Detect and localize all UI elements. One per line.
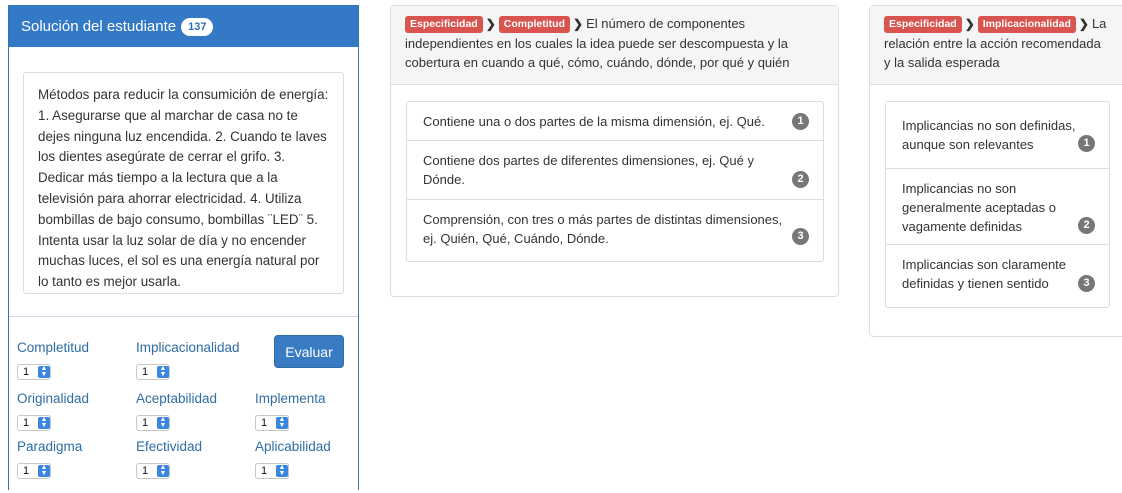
select-stepper-icon: ▲ ▼	[275, 464, 288, 477]
rating-paradigma: Paradigma 1 ▲ ▼	[17, 439, 82, 479]
level-number-badge: 1	[1078, 135, 1095, 152]
level-text: Contiene una o dos partes de la misma di…	[423, 114, 765, 129]
select-stepper-icon: ▲ ▼	[37, 365, 50, 378]
select-stepper-icon: ▲ ▼	[156, 416, 169, 429]
rating-originalidad: Originalidad 1 ▲ ▼	[17, 391, 89, 431]
select-stepper-icon: ▲ ▼	[37, 416, 50, 429]
answer-body: Métodos para reducir la consumición de e…	[9, 47, 358, 317]
select-originalidad[interactable]: 1 ▲ ▼	[17, 415, 51, 431]
rating-label-aplicabilidad: Aplicabilidad	[255, 439, 331, 454]
level-text: Implicancias no son definidas, aunque so…	[902, 118, 1076, 152]
level-text: Implicancias son claramente definidas y …	[902, 257, 1067, 291]
select-value: 1	[261, 465, 268, 477]
select-value: 1	[142, 417, 149, 429]
student-answer-text: Métodos para reducir la consumición de e…	[23, 72, 344, 294]
rating-label-implicacionalidad: Implicacionalidad	[136, 340, 240, 355]
level-list: Contiene una o dos partes de la misma di…	[406, 101, 824, 262]
select-implicacionalidad[interactable]: 1 ▲ ▼	[136, 364, 170, 380]
select-value: 1	[23, 465, 30, 477]
select-value: 1	[142, 465, 149, 477]
chevron-right-icon: ❯	[573, 17, 584, 31]
select-aceptabilidad[interactable]: 1 ▲ ▼	[136, 415, 170, 431]
rating-label-implementa: Implementa	[255, 391, 326, 406]
level-item: Implicancias son claramente definidas y …	[886, 245, 1109, 307]
student-solution-panel: Solución del estudiante 137 Métodos para…	[8, 5, 359, 490]
level-text: Contiene dos partes de diferentes dimens…	[423, 153, 754, 187]
select-paradigma[interactable]: 1 ▲ ▼	[17, 463, 51, 479]
student-solution-title: Solución del estudiante	[21, 18, 177, 35]
rating-form: Completitud 1 ▲ ▼ Implicacionalidad 1 ▲ ▼ …	[9, 318, 358, 493]
select-value: 1	[261, 417, 268, 429]
rating-implicacionalidad: Implicacionalidad 1 ▲ ▼	[136, 340, 240, 380]
tag-especificidad[interactable]: Especificidad	[884, 16, 962, 33]
evaluate-button[interactable]: Evaluar	[274, 335, 344, 368]
level-item: Implicancias no son definidas, aunque so…	[886, 102, 1109, 169]
level-number-badge: 2	[1078, 217, 1095, 234]
criterion-heading: Especificidad ❯ Completitud ❯ El número de c…	[391, 6, 838, 85]
select-stepper-icon: ▲ ▼	[156, 365, 169, 378]
rating-label-completitud: Completitud	[17, 340, 90, 355]
level-number-badge: 3	[792, 228, 809, 245]
rating-label-efectividad: Efectividad	[136, 439, 203, 454]
rating-efectividad: Efectividad 1 ▲ ▼	[136, 439, 202, 479]
select-value: 1	[23, 366, 30, 378]
tag-especificidad[interactable]: Especificidad	[405, 16, 483, 33]
level-list: Implicancias no son definidas, aunque so…	[885, 101, 1110, 308]
select-value: 1	[23, 417, 30, 429]
select-stepper-icon: ▲ ▼	[37, 464, 50, 477]
chevron-right-icon: ❯	[1078, 17, 1089, 31]
rating-aceptabilidad: Aceptabilidad 1 ▲ ▼	[136, 391, 217, 431]
select-aplicabilidad[interactable]: 1 ▲ ▼	[255, 463, 289, 479]
level-number-badge: 2	[792, 171, 809, 188]
level-text: Comprensión, con tres o más partes de di…	[423, 212, 783, 246]
level-item: Contiene dos partes de diferentes dimens…	[407, 141, 823, 200]
level-item: Contiene una o dos partes de la misma di…	[407, 102, 823, 141]
level-number-badge: 3	[1078, 275, 1095, 292]
select-implementa[interactable]: 1 ▲ ▼	[255, 415, 289, 431]
rating-aplicabilidad: Aplicabilidad 1 ▲ ▼	[255, 439, 331, 479]
rating-label-aceptabilidad: Aceptabilidad	[136, 391, 218, 406]
select-stepper-icon: ▲ ▼	[156, 464, 169, 477]
rating-completitud: Completitud 1 ▲ ▼	[17, 340, 89, 380]
level-item: Implicancias no son generalmente aceptad…	[886, 169, 1109, 245]
chevron-right-icon: ❯	[964, 17, 975, 31]
level-number-badge: 1	[792, 113, 809, 130]
rating-implementa: Implementa 1 ▲ ▼	[255, 391, 326, 431]
rating-label-originalidad: Originalidad	[17, 391, 90, 406]
tag-completitud[interactable]: Completitud	[498, 16, 571, 33]
tag-implicacionalidad[interactable]: Implicacionalidad	[977, 16, 1076, 33]
criterion-panel-implicacionalidad: Especificidad ❯ Implicacionalidad ❯ La relac…	[869, 5, 1122, 337]
chevron-right-icon: ❯	[485, 17, 496, 31]
rating-label-paradigma: Paradigma	[17, 439, 83, 454]
criterion-panel-completitud: Especificidad ❯ Completitud ❯ El número de c…	[390, 5, 839, 297]
select-stepper-icon: ▲ ▼	[275, 416, 288, 429]
select-completitud[interactable]: 1 ▲ ▼	[17, 364, 51, 380]
solution-count-badge: 137	[181, 17, 214, 36]
level-item: Comprensión, con tres o más partes de di…	[407, 200, 823, 261]
criterion-heading: Especificidad ❯ Implicacionalidad ❯ La relac…	[870, 6, 1122, 85]
select-value: 1	[142, 366, 149, 378]
select-efectividad[interactable]: 1 ▲ ▼	[136, 463, 170, 479]
level-text: Implicancias no son generalmente aceptad…	[902, 181, 1056, 234]
student-solution-heading: Solución del estudiante 137	[9, 6, 358, 47]
